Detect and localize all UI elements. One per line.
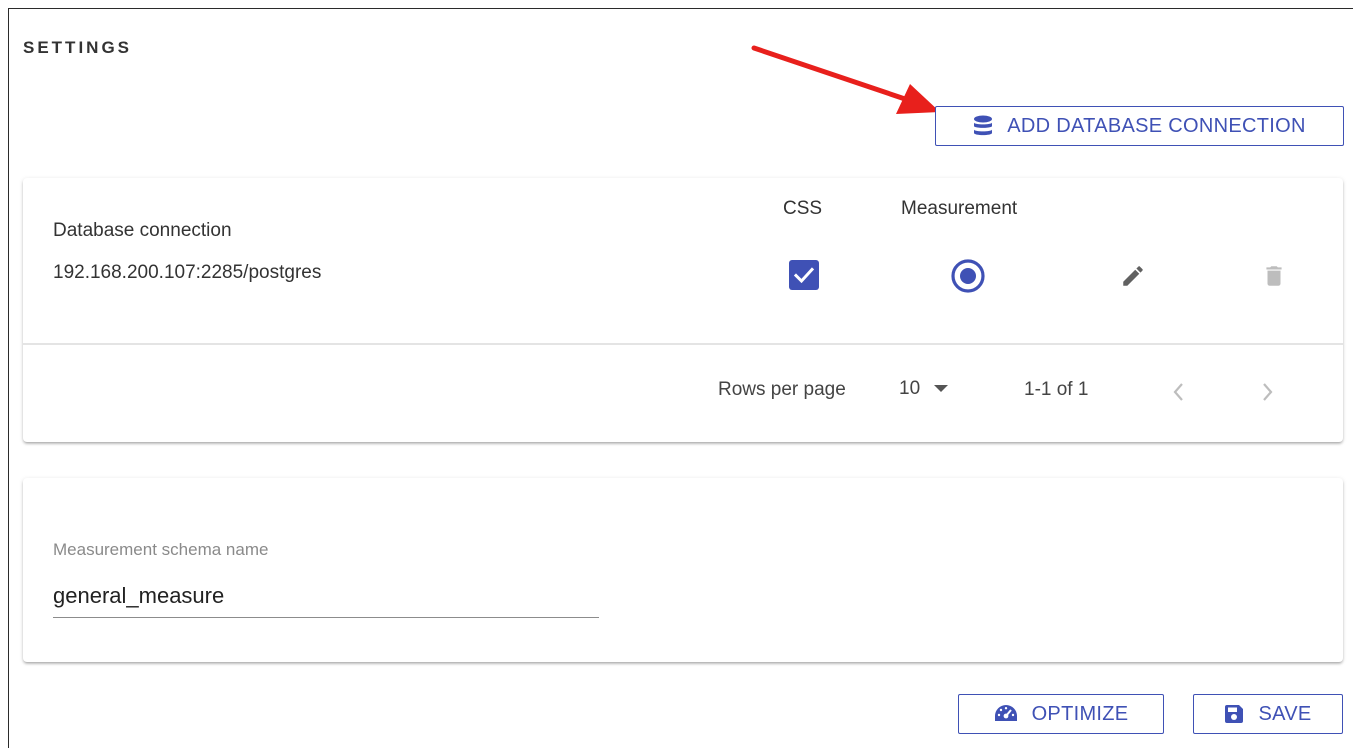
delete-connection-button[interactable] [1258, 260, 1290, 292]
column-header-css: CSS [783, 198, 823, 219]
previous-page-button[interactable] [1164, 378, 1192, 406]
chevron-left-icon [1173, 383, 1183, 401]
add-database-connection-label: ADD DATABASE CONNECTION [1007, 114, 1306, 137]
connection-address: 192.168.200.107:2285/postgres [53, 262, 322, 283]
optimize-label: OPTIMIZE [1031, 702, 1129, 725]
schema-name-label: Measurement schema name [53, 540, 269, 559]
save-button[interactable]: SAVE [1193, 694, 1343, 734]
radio-selected-icon [951, 259, 985, 293]
rows-per-page-label: Rows per page [718, 379, 846, 400]
css-checkbox[interactable] [789, 260, 819, 290]
database-connections-card: CSS Measurement Database connection 192.… [23, 178, 1343, 442]
pagination-range: 1-1 of 1 [1024, 379, 1089, 400]
save-label: SAVE [1258, 702, 1312, 725]
chevron-right-icon [1263, 383, 1273, 401]
edit-connection-button[interactable] [1117, 260, 1149, 292]
table-divider [23, 343, 1343, 345]
schema-settings-card: Measurement schema name [23, 478, 1343, 662]
database-icon [973, 115, 993, 137]
add-database-connection-button[interactable]: ADD DATABASE CONNECTION [935, 106, 1344, 146]
rows-per-page-value: 10 [899, 378, 921, 399]
pencil-icon [1123, 266, 1143, 286]
caret-down-icon [934, 385, 949, 393]
connection-label: Database connection [53, 220, 232, 241]
speedometer-icon [994, 704, 1018, 724]
annotation-arrow [751, 45, 940, 114]
trash-icon [1266, 266, 1282, 286]
checkmark-icon [793, 267, 815, 284]
schema-name-input[interactable] [53, 574, 599, 618]
measurement-radio[interactable] [950, 258, 986, 294]
floppy-disk-icon [1224, 704, 1244, 724]
page-title: SETTINGS [23, 38, 133, 57]
rows-per-page-select[interactable]: 10 [899, 378, 949, 400]
column-header-measurement: Measurement [901, 198, 1018, 219]
next-page-button[interactable] [1254, 378, 1282, 406]
optimize-button[interactable]: OPTIMIZE [958, 694, 1164, 734]
